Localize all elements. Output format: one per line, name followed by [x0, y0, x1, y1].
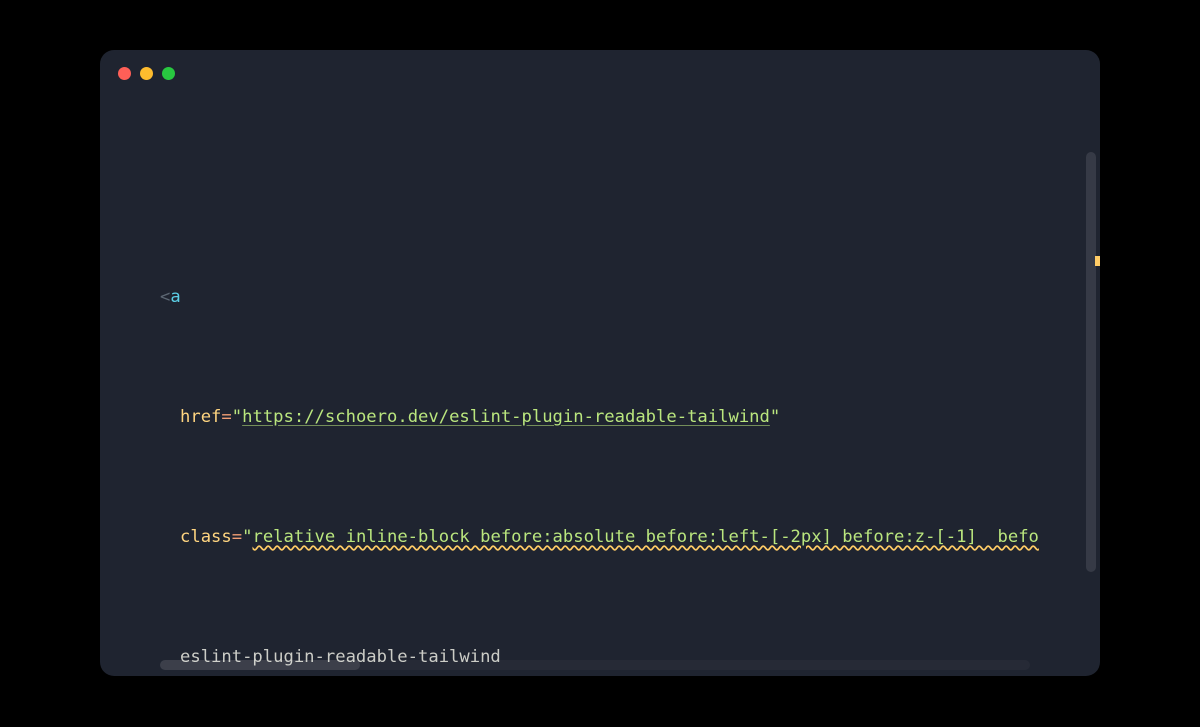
horizontal-scrollbar-thumb[interactable] — [160, 660, 360, 670]
zoom-icon[interactable] — [162, 67, 175, 80]
vertical-scrollbar-thumb[interactable] — [1086, 152, 1096, 572]
editor-window: <a href="https://schoero.dev/eslint-plug… — [100, 50, 1100, 676]
vertical-scrollbar[interactable] — [1086, 152, 1096, 572]
minimize-icon[interactable] — [140, 67, 153, 80]
class-value-warning: relative inline-block before:absolute be… — [252, 527, 1038, 547]
angle-open: < — [160, 287, 170, 307]
equals: = — [232, 527, 242, 547]
attr-name-class: class — [180, 527, 232, 547]
quote: " — [770, 407, 780, 427]
close-icon[interactable] — [118, 67, 131, 80]
titlebar — [100, 50, 1100, 96]
code-line[interactable]: href="https://schoero.dev/eslint-plugin-… — [160, 402, 1100, 432]
equals: = — [221, 407, 231, 427]
href-value: https://schoero.dev/eslint-plugin-readab… — [242, 407, 770, 427]
editor-area[interactable]: <a href="https://schoero.dev/eslint-plug… — [100, 96, 1100, 676]
quote: " — [232, 407, 242, 427]
code-line[interactable]: <a — [160, 282, 1100, 312]
code-line[interactable]: class="relative inline-block before:abso… — [160, 522, 1100, 552]
tag-name: a — [170, 287, 180, 307]
quote: " — [242, 527, 252, 547]
horizontal-scrollbar[interactable] — [160, 660, 1030, 670]
attr-name-href: href — [180, 407, 221, 427]
code-block[interactable]: <a href="https://schoero.dev/eslint-plug… — [160, 192, 1100, 676]
minimap-marker-warning[interactable] — [1095, 256, 1100, 266]
